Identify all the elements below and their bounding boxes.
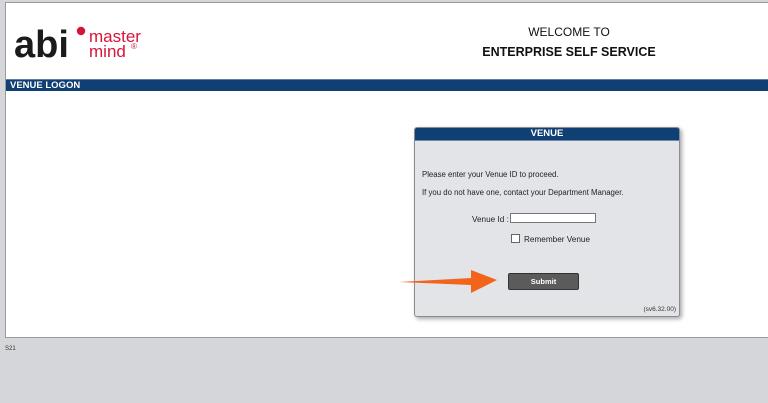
- welcome-line-1: WELCOME TO: [528, 25, 610, 39]
- welcome-heading: WELCOME TO ENTERPRISE SELF SERVICE: [454, 25, 684, 59]
- contact-message: If you do not have one, contact your Dep…: [422, 188, 624, 197]
- orange-arrow-icon: [399, 265, 497, 300]
- remember-venue-checkbox[interactable]: Remember Venue: [511, 234, 590, 244]
- abi-mastermind-logo: abi master mind ®: [14, 24, 150, 66]
- version-label: (sv6.32.00): [643, 306, 676, 313]
- logo-registered-mark: ®: [131, 42, 137, 51]
- welcome-line-2: ENTERPRISE SELF SERVICE: [482, 45, 656, 59]
- logo-mind-text: mind: [89, 42, 126, 61]
- logo-brand-text: abi: [14, 25, 69, 61]
- venue-id-input[interactable]: [510, 213, 596, 223]
- submit-button[interactable]: Submit: [508, 273, 579, 290]
- venue-panel-title: VENUE: [415, 128, 679, 141]
- venue-id-label: Venue Id :: [472, 215, 509, 224]
- venue-logon-banner: VENUE LOGON: [6, 79, 768, 91]
- proceed-message: Please enter your Venue ID to proceed.: [422, 170, 559, 179]
- checkbox-icon[interactable]: [511, 234, 520, 243]
- remember-venue-label: Remember Venue: [524, 235, 590, 244]
- page-code: S21: [5, 346, 16, 352]
- main-frame: abi master mind ® WELCOME TO ENTERPRISE …: [5, 2, 768, 338]
